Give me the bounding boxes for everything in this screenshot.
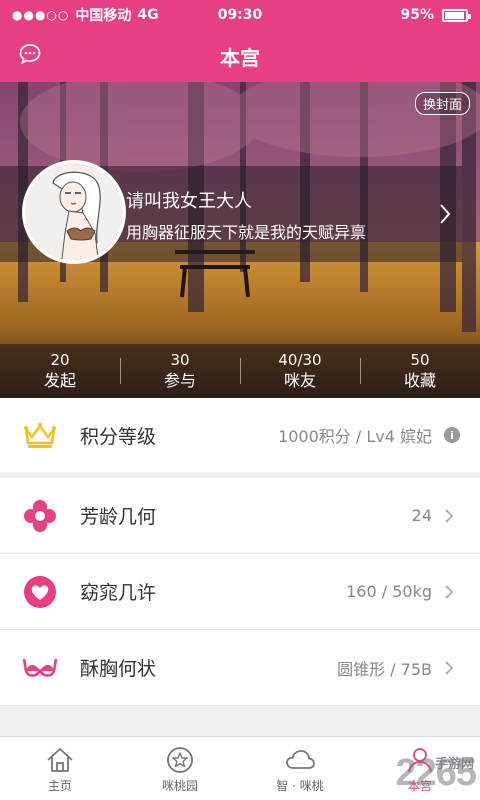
list-item-label: 芳龄几何 xyxy=(80,506,157,528)
tab-community[interactable]: 咪桃园 xyxy=(120,737,240,800)
tab-home[interactable]: 主页 xyxy=(0,737,120,800)
list-item-label: 积分等级 xyxy=(80,425,157,448)
stat-label: 收藏 xyxy=(403,371,436,390)
network-type: 4G xyxy=(137,7,159,23)
chat-bubble-icon[interactable] xyxy=(18,42,42,66)
username: 请叫我女王大人 xyxy=(126,191,252,212)
list-item-figure[interactable]: 窈窕几许 160 / 50kg xyxy=(0,554,480,630)
status-time: 09:30 xyxy=(217,7,263,23)
stat-value: 50 xyxy=(410,351,430,369)
header: ●●●○○ 中国移动 4G 09:30 95% 本宫 xyxy=(0,0,480,82)
user-signature: 用胸器征服天下就是我的天赋异禀 xyxy=(126,223,367,242)
chevron-right-icon xyxy=(445,584,454,599)
carrier-name: 中国移动 xyxy=(75,8,132,24)
title-bar: 本宫 xyxy=(0,30,480,82)
signal-strength-icon: ●●●○○ xyxy=(12,8,70,22)
stat-label: 发起 xyxy=(43,371,76,390)
list-item-label: 窈窕几许 xyxy=(80,582,157,604)
chevron-right-icon xyxy=(445,508,454,523)
stat-value: 30 xyxy=(170,351,190,369)
list-item-label: 酥胸何状 xyxy=(80,658,157,680)
info-icon[interactable]: i xyxy=(444,427,460,443)
cloud-icon xyxy=(286,750,315,769)
stat-value: 20 xyxy=(50,351,70,369)
flower-icon xyxy=(24,499,56,532)
stat-participated[interactable]: 30 参与 xyxy=(120,344,240,398)
chevron-right-icon xyxy=(445,660,454,675)
status-bar: ●●●○○ 中国移动 4G 09:30 95% xyxy=(0,0,480,30)
stats-bar: 20 发起 30 参与 40/30 咪友 50 收藏 xyxy=(0,344,480,398)
stat-value: 40/30 xyxy=(278,351,322,369)
profile-info-list: 积分等级 1000积分 / Lv4 嫔妃 i 芳龄几何 24 窈窕几许 160 … xyxy=(0,398,480,706)
star-circle-icon xyxy=(167,747,193,773)
tab-label: 咪桃园 xyxy=(161,779,198,793)
tab-smart[interactable]: 智 · 咪桃 xyxy=(240,737,360,800)
stat-initiated[interactable]: 20 发起 xyxy=(0,344,120,398)
avatar[interactable] xyxy=(22,160,126,264)
crown-icon xyxy=(24,423,56,448)
home-icon xyxy=(47,748,73,772)
tab-label: 主页 xyxy=(47,779,72,793)
page-title: 本宫 xyxy=(220,45,260,70)
battery-level xyxy=(445,11,464,19)
chevron-right-icon[interactable] xyxy=(438,202,452,226)
battery-icon xyxy=(442,8,471,22)
heart-icon xyxy=(24,575,56,608)
battery-percent: 95% xyxy=(400,7,434,23)
stat-label: 咪友 xyxy=(283,371,316,390)
tab-label: 智 · 咪桃 xyxy=(276,779,324,793)
list-item-value: 圆锥形 / 75B xyxy=(337,659,432,679)
change-cover-button[interactable]: 换封面 xyxy=(414,92,470,115)
list-item-points-level[interactable]: 积分等级 1000积分 / Lv4 嫔妃 i xyxy=(0,398,480,478)
list-item-value: 24 xyxy=(411,506,432,525)
stat-favorites[interactable]: 50 收藏 xyxy=(360,344,480,398)
list-item-value: 160 / 50kg xyxy=(346,582,432,601)
stat-label: 参与 xyxy=(163,371,196,390)
bra-icon xyxy=(22,658,58,677)
profile-cover: 换封面 请叫我女王大人 用胸器征服天下就是我的天赋异禀 20 发起 30 参与 … xyxy=(0,82,480,398)
list-item-bust[interactable]: 酥胸何状 圆锥形 / 75B xyxy=(0,630,480,706)
list-item-value: 1000积分 / Lv4 嫔妃 xyxy=(278,427,432,446)
site-watermark-sub: 手游网 xyxy=(434,757,474,772)
stat-friends[interactable]: 40/30 咪友 xyxy=(240,344,360,398)
list-item-age[interactable]: 芳龄几何 24 xyxy=(0,478,480,554)
